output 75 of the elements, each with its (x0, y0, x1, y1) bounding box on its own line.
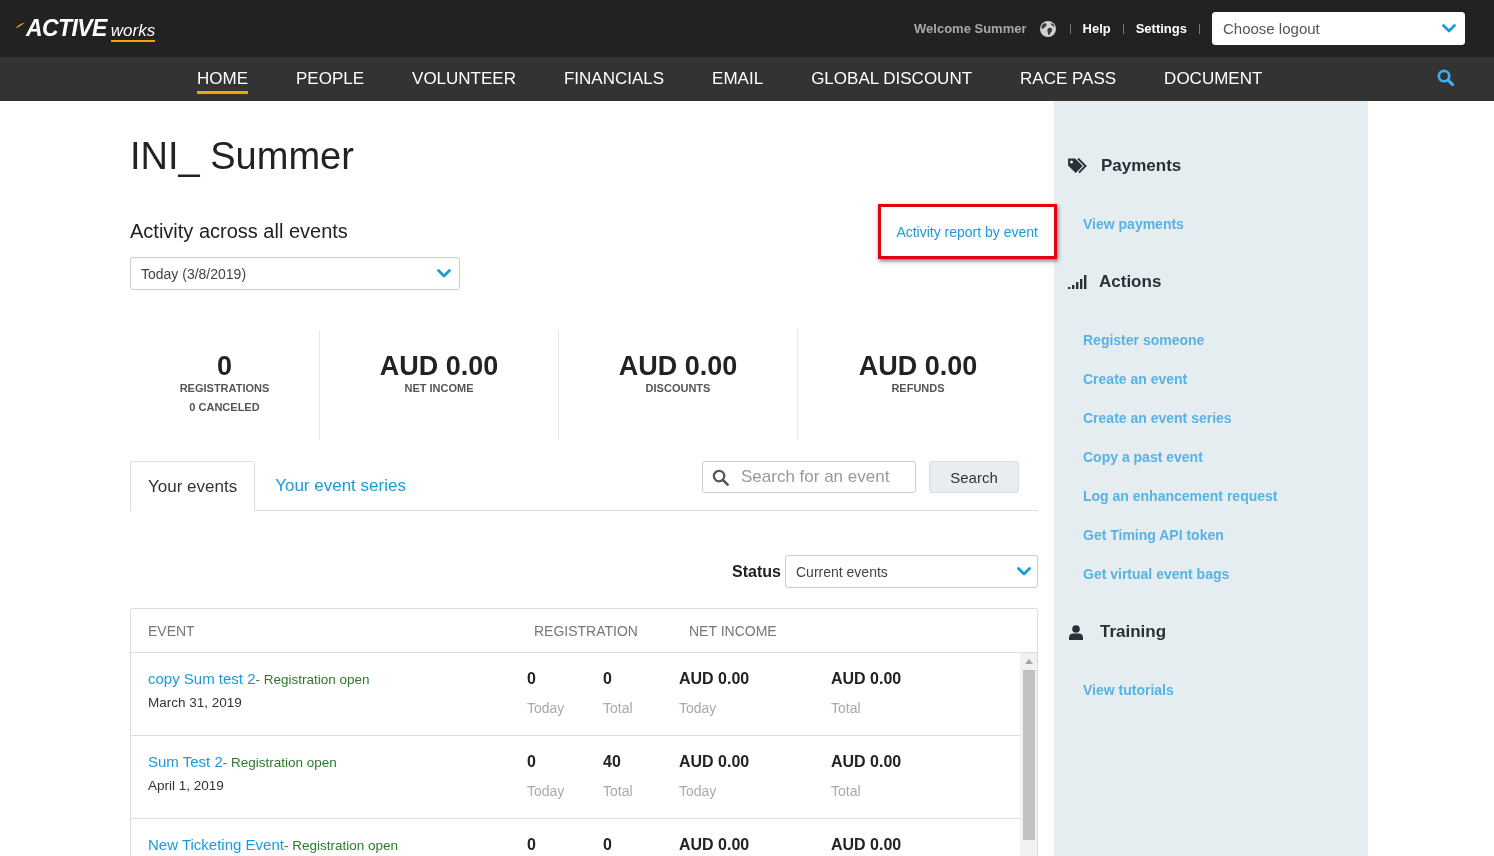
column-header: REGISTRATION (534, 622, 639, 639)
event-status: - Registration open (222, 755, 337, 770)
person-icon (1069, 624, 1083, 640)
logo-wordmark: ACTIVE (26, 15, 107, 41)
cell-value: 0 (603, 835, 613, 855)
cell-value: AUD 0.00 (679, 835, 751, 855)
cell-value: 0 (527, 669, 537, 689)
status-label: Status (732, 562, 781, 581)
cell-value: AUD 0.00 (831, 752, 903, 772)
stat-value: AUD 0.00 (858, 351, 978, 381)
period-select[interactable]: Today (3/8/2019) (130, 257, 460, 290)
event-status: - Registration open (255, 672, 370, 687)
event-date: April 1, 2019 (148, 777, 225, 795)
cell-value: 40 (603, 752, 622, 772)
scrollbar-thumb[interactable] (1022, 670, 1035, 840)
cell-caption: Total (603, 782, 634, 801)
event-date: March 31, 2019 (148, 694, 243, 712)
search-field[interactable]: Search for an event (702, 461, 916, 493)
cell-value: 0 (527, 835, 537, 855)
cell-value: AUD 0.00 (679, 752, 751, 772)
sidebar-heading: Payments (1101, 156, 1182, 176)
cell-caption: Today (527, 782, 566, 801)
section-heading: Activity across all events (130, 220, 348, 243)
logout-select[interactable]: Choose logout (1212, 12, 1465, 45)
scrollbar[interactable] (1020, 653, 1037, 856)
sidebar-heading: Training (1100, 622, 1167, 642)
nav-tab[interactable]: RACE PASS (1020, 57, 1117, 94)
stat-value: 0 (217, 351, 232, 381)
cell-value: AUD 0.00 (831, 669, 903, 689)
nav-tab[interactable]: EMAIL (712, 57, 764, 94)
stat-label: REGISTRATIONS (179, 381, 270, 396)
nav-tab[interactable]: VOLUNTEER (412, 57, 516, 94)
sidebar-heading: Actions (1099, 272, 1162, 292)
page-title: INI_ Summer (130, 134, 354, 179)
cell-caption: Today (527, 699, 566, 718)
header-link[interactable]: Settings (1135, 21, 1187, 36)
swoosh-icon (16, 23, 25, 28)
nav-tab[interactable]: GLOBAL DISCOUNT (811, 57, 973, 94)
nav-tab[interactable]: DOCUMENT (1164, 57, 1263, 94)
search-icon (712, 469, 729, 486)
column-header: EVENT (148, 622, 196, 639)
welcome-text: Welcome Summer (914, 21, 1027, 36)
cell-caption: Today (679, 782, 718, 801)
cell-caption: Total (603, 699, 634, 718)
cell-caption: Total (831, 699, 862, 718)
chevron-down-icon (1017, 567, 1031, 576)
header-link[interactable]: Help (1082, 21, 1111, 36)
stat-sublabel: 0 CANCELED (189, 400, 260, 415)
status-select[interactable]: Current events (785, 555, 1038, 588)
cell-value: AUD 0.00 (679, 669, 751, 689)
search-button[interactable]: Search (929, 461, 1019, 493)
column-header: NET INCOME (689, 622, 778, 639)
cell-value: 0 (527, 752, 537, 772)
nav-tab[interactable]: FINANCIALS (563, 57, 665, 94)
logo-suffix: works (110, 22, 156, 42)
cell-value: 0 (603, 669, 613, 689)
stat-label: NET INCOME (404, 381, 474, 396)
bar-chart-icon (1068, 275, 1087, 289)
cell-value: AUD 0.00 (831, 835, 903, 855)
stat-label: DISCOUNTS (645, 381, 711, 396)
chevron-down-icon (437, 269, 451, 278)
event-status: - Registration open (283, 838, 398, 853)
stat-value: AUD 0.00 (618, 351, 738, 381)
nav-tab[interactable]: HOME (197, 57, 248, 94)
cell-caption: Total (831, 782, 862, 801)
globe-icon[interactable] (1039, 20, 1056, 37)
tags-icon (1068, 158, 1088, 174)
cell-caption: Today (679, 699, 718, 718)
tab[interactable]: Your events (130, 461, 256, 511)
stat-label: REFUNDS (891, 381, 945, 396)
nav-tab[interactable]: PEOPLE (296, 57, 365, 94)
scroll-up-icon[interactable] (1024, 659, 1033, 664)
stat-value: AUD 0.00 (379, 351, 499, 381)
search-icon[interactable] (1437, 69, 1454, 86)
chevron-down-icon (1442, 24, 1456, 33)
